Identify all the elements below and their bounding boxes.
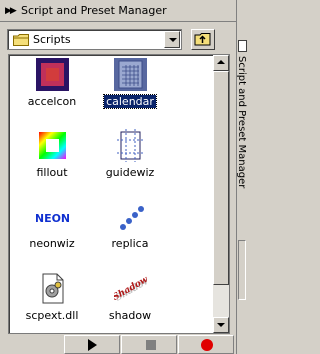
neon-icon-text: NEON xyxy=(36,212,69,225)
docker-title-bar[interactable]: ▶▶ Script and Preset Manager xyxy=(0,0,236,22)
folder-dropdown[interactable]: Scripts xyxy=(7,29,182,50)
up-folder-button[interactable] xyxy=(191,29,215,50)
item-label: scpext.dll xyxy=(25,309,79,322)
list-item-fillout[interactable]: fillout xyxy=(12,129,92,199)
fillout-icon xyxy=(39,132,66,159)
scroll-thumb[interactable] xyxy=(213,71,229,285)
record-button[interactable] xyxy=(178,335,234,354)
playback-bar xyxy=(0,334,236,354)
shadow-icon: Shadow Shadow xyxy=(114,275,147,304)
folder-dropdown-value: Scripts xyxy=(33,33,71,46)
list-item-guidewiz[interactable]: guidewiz xyxy=(90,129,170,199)
item-label: accelcon xyxy=(27,95,77,108)
toolbar: Scripts xyxy=(4,26,234,52)
list-item-calendar[interactable]: calendar xyxy=(90,58,170,128)
item-label: replica xyxy=(111,237,149,250)
neonwiz-icon: NEON xyxy=(36,212,69,225)
play-button[interactable] xyxy=(64,335,120,354)
docker-tab-divider xyxy=(238,240,246,300)
item-label: shadow xyxy=(108,309,152,322)
up-folder-icon xyxy=(194,33,211,46)
docker-arrows-icon[interactable]: ▶▶ xyxy=(5,6,17,16)
item-label: fillout xyxy=(36,166,68,179)
docker-side-tab[interactable]: Script and Preset Manager xyxy=(236,0,247,354)
item-label: neonwiz xyxy=(29,237,75,250)
calendar-icon xyxy=(114,58,147,91)
docker-tab-icon xyxy=(238,40,247,52)
guidewiz-icon xyxy=(117,129,144,162)
item-label: calendar xyxy=(103,94,157,109)
list-item-shadow[interactable]: Shadow Shadow shadow xyxy=(90,272,170,333)
list-item-replica[interactable]: replica xyxy=(90,200,170,270)
folder-icon xyxy=(13,34,29,46)
scroll-down-button[interactable] xyxy=(213,317,229,333)
dll-file-icon xyxy=(42,273,64,304)
list-item-accelcon[interactable]: accelcon xyxy=(12,58,92,128)
replica-icon xyxy=(120,206,144,230)
item-label: guidewiz xyxy=(105,166,155,179)
scroll-up-button[interactable] xyxy=(213,55,229,71)
docker-title: Script and Preset Manager xyxy=(21,4,167,17)
docker-tab-label: Script and Preset Manager xyxy=(236,56,247,189)
accelcon-icon xyxy=(36,58,69,91)
list-item-scpext[interactable]: scpext.dll xyxy=(12,272,92,333)
stop-button[interactable] xyxy=(121,335,177,354)
script-list-panel: accelcon calendar fillout guidewiz NEON … xyxy=(8,54,230,334)
dropdown-arrow-button[interactable] xyxy=(164,31,180,48)
list-item-neonwiz[interactable]: NEON neonwiz xyxy=(12,200,92,270)
vertical-scrollbar[interactable] xyxy=(213,55,229,333)
